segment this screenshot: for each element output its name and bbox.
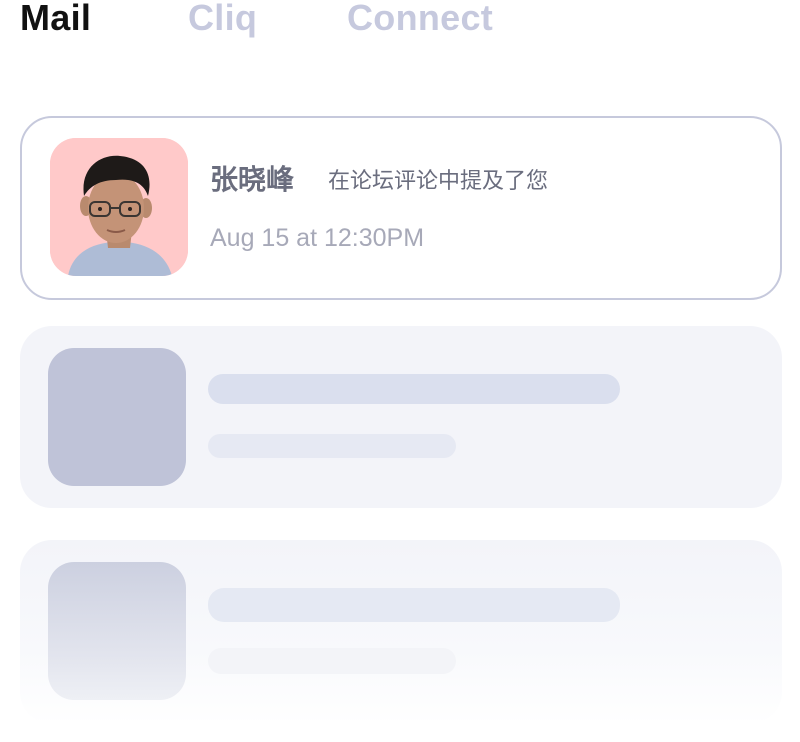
placeholder-line	[208, 374, 620, 404]
avatar-placeholder	[48, 562, 186, 700]
placeholder-line	[208, 434, 456, 458]
placeholder-line	[208, 588, 620, 622]
avatar	[50, 138, 188, 276]
tab-connect[interactable]: Connect	[347, 0, 493, 38]
notification-sender: 张晓峰	[210, 164, 295, 195]
placeholder-card	[20, 540, 782, 724]
notification-card[interactable]: 张晓峰 在论坛评论中提及了您 Aug 15 at 12:30PM	[20, 116, 782, 300]
notification-message: 在论坛评论中提及了您	[328, 168, 549, 193]
tab-cliq[interactable]: Cliq	[188, 0, 257, 38]
placeholder-card	[20, 326, 782, 508]
notifications-page: Mail Cliq Connect 张晓峰 在论坛评论中提及了您 Aug 15 …	[0, 0, 800, 742]
notification-time: Aug 15 at 12:30PM	[210, 224, 425, 252]
tab-mail[interactable]: Mail	[20, 0, 91, 38]
avatar-placeholder	[48, 348, 186, 486]
person-photo-icon	[50, 138, 188, 276]
placeholder-line	[208, 648, 456, 674]
